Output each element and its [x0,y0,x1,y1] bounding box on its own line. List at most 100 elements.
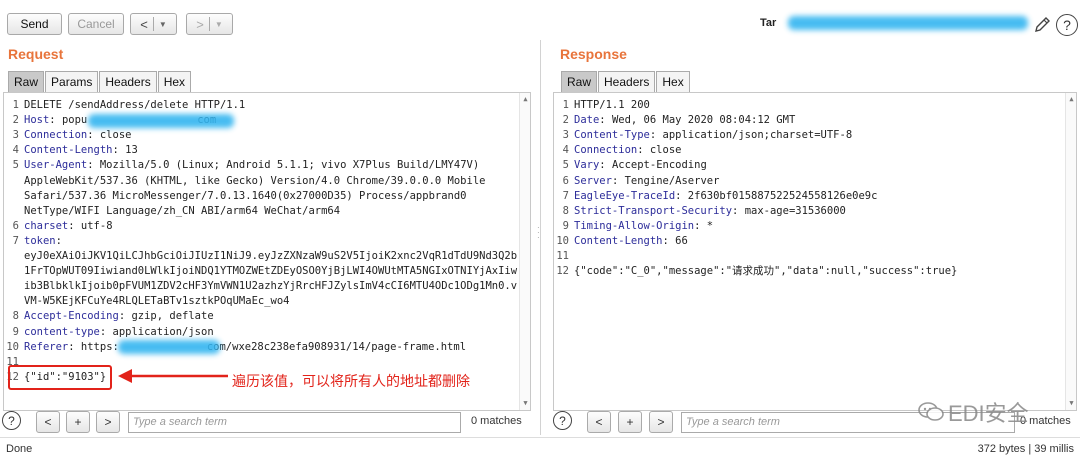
cancel-button[interactable]: Cancel [68,13,124,35]
line-number: 7 [12,234,19,247]
search-prev-button[interactable]: < [587,411,611,433]
line-number: 10 [6,340,19,353]
line-number: 6 [562,174,569,187]
tab-headers[interactable]: Headers [598,71,656,92]
tab-raw[interactable]: Raw [8,71,45,92]
question-icon[interactable]: ? [2,411,21,430]
line-number: 3 [562,129,569,142]
tab-params[interactable]: Params [45,71,99,92]
chevron-down-icon[interactable]: ▼ [215,20,223,29]
line-number: 3 [12,129,19,142]
search-prev-button[interactable]: < [36,411,60,433]
request-line: AppleWebKit/537.36 (KHTML, like Gecko) V… [24,174,486,187]
response-line: Strict-Transport-Security: max-age=31536… [574,204,846,217]
line-number: 9 [12,325,19,338]
highlight-box [8,365,112,390]
line-number: 1 [12,99,19,111]
header-name: Content-Length [574,234,663,247]
request-line: DELETE /sendAddress/delete HTTP/1.1 [24,99,246,111]
watermark-text: EDI安全 [948,401,1029,426]
line-number: 9 [562,219,569,232]
header-name: Connection [24,129,88,142]
search-input[interactable]: Type a search term [128,412,461,433]
response-line: Timing-Allow-Origin: * [574,219,714,232]
request-line: Referer: https: com/wxe28c238efa908931/14… [24,340,467,353]
header-name: Connection [574,144,638,157]
chevron-down-icon[interactable]: ▼ [159,20,167,29]
response-tabs: Raw Headers Hex [561,71,691,92]
status-text: Done [6,443,33,455]
header-name: EagleEye-TraceId [574,189,676,202]
request-line: eyJ0eXAiOiJKV1QiLCJhbGciOiJIUzI1NiJ9.eyJ… [24,250,518,262]
response-line: Content-Type: application/json;charset=U… [574,129,853,142]
request-line: User-Agent: Mozilla/5.0 (Linux; Android … [24,159,480,172]
request-line: VM-W5KEjKFCuYe4RLQLETaBTv1sztkPOqUMaEc_w… [24,295,290,308]
request-tabs: Raw Params Headers Hex [8,71,192,92]
pencil-icon[interactable] [1031,14,1053,36]
header-name: charset [24,219,69,232]
line-number: 6 [12,219,19,232]
back-icon: < [140,16,148,32]
request-line: Safari/537.36 MicroMessenger/7.0.13.1640… [24,189,467,202]
panel-divider[interactable] [540,40,541,435]
match-count: 0 matches [471,415,522,427]
scroll-up-icon[interactable]: ▲ [521,95,530,104]
header-name: Server [574,174,612,187]
header-name: Host [24,114,50,127]
forward-icon: > [196,16,204,32]
line-number: 8 [12,310,19,323]
response-editor[interactable]: 1 HTTP/1.1 200 2 Date: Wed, 06 May 2020 08:… [553,92,1077,411]
line-number: 2 [562,114,569,127]
header-name: Content-Type [574,129,650,142]
response-size: 372 bytes | 39 millis [977,443,1074,455]
header-name: Referer [24,340,69,353]
header-name: Accept-Encoding [24,310,119,323]
scroll-up-icon[interactable]: ▲ [1067,95,1076,104]
header-name: Vary [574,159,600,172]
header-name: Timing-Allow-Origin [574,219,695,232]
drag-handle-icon[interactable]: · · · [537,224,540,242]
tab-hex[interactable]: Hex [157,71,192,92]
response-line: {"code":"C_0","message":"请求成功","data":nu… [574,265,958,278]
response-line: Connection: close [574,144,682,157]
tab-hex[interactable]: Hex [656,71,690,92]
search-next-button[interactable]: > [649,411,673,433]
separator [208,17,210,31]
question-icon[interactable]: ? [1056,14,1078,36]
send-button[interactable]: Send [7,13,62,35]
line-number: 12 [556,265,569,278]
line-number: 8 [562,204,569,217]
request-line: token: [24,234,62,247]
response-title: Response [560,46,627,62]
tab-raw[interactable]: Raw [561,71,598,92]
search-next-button[interactable]: > [96,411,120,433]
line-number: 2 [12,114,19,127]
response-line: Server: Tengine/Aserver [574,174,720,187]
scroll-down-icon[interactable]: ▼ [521,399,530,408]
request-line: charset: utf-8 [24,219,113,232]
line-number: 7 [562,189,569,202]
redaction-mark [118,340,220,354]
header-name: Content-Length [24,144,113,157]
separator [152,17,154,31]
search-add-button[interactable]: + [66,411,90,433]
line-number: 5 [562,159,569,172]
line-number: 10 [556,234,569,247]
line-number: 11 [556,250,569,262]
tab-headers[interactable]: Headers [99,71,157,92]
back-button[interactable]: < ▼ [130,13,177,35]
scrollbar[interactable]: ▲ ▼ [519,93,530,410]
request-line: ib3BlbklkIjoib0pFVUM1ZDV2cHF3YmVWN1U2azh… [24,280,518,293]
request-line: 1FrTOpWUT09Iiwiand0LWlkIjoiNDQ1YTMOZWEtZ… [24,265,518,278]
response-line: Content-Length: 66 [574,234,688,247]
scroll-down-icon[interactable]: ▼ [1067,399,1076,408]
forward-button[interactable]: > ▼ [186,13,233,35]
wechat-icon [918,402,944,421]
scrollbar[interactable]: ▲ ▼ [1065,93,1076,410]
response-line: HTTP/1.1 200 [574,99,650,111]
search-add-button[interactable]: + [618,411,642,433]
header-name: Date [574,114,600,127]
request-editor[interactable]: 1 DELETE /sendAddress/delete HTTP/1.1 2 Hos… [3,92,531,411]
header-name: User-Agent [24,159,88,172]
question-icon[interactable]: ? [553,411,572,430]
